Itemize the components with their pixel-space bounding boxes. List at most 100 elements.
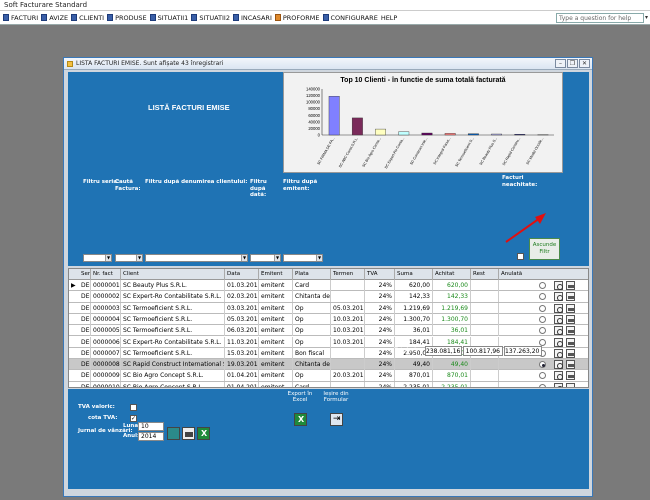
preview-icon[interactable] (554, 292, 563, 302)
cancel-radio[interactable] (539, 282, 546, 289)
export-excel-button[interactable] (294, 413, 307, 426)
preview-icon[interactable] (554, 281, 563, 290)
cell-data: 19.03.2013 (227, 359, 259, 371)
menu-help[interactable]: HELP (381, 14, 398, 22)
menu-situatii2[interactable]: SITUATII2 (191, 14, 230, 22)
restore-button[interactable]: ❐ (567, 59, 578, 68)
column-header[interactable]: Client (121, 269, 225, 280)
cell-emitent: emitent (259, 359, 293, 371)
cell-plata: Chitanta de c (295, 359, 331, 371)
x-tick-label: SC Integral Facut... (433, 137, 452, 166)
unpaid-checkbox[interactable] (517, 253, 524, 260)
menu-avize[interactable]: AVIZE (41, 14, 68, 22)
filter-client-select[interactable]: ▼ (145, 254, 248, 262)
help-search-input[interactable]: Type a question for help (556, 13, 644, 23)
preview-icon[interactable] (554, 371, 563, 381)
cell-nr: 0000008 (93, 359, 121, 371)
cell-achitat: 2.235,01 (433, 381, 471, 387)
print-icon[interactable] (566, 314, 575, 324)
filter-date-select[interactable]: ▼ (250, 254, 281, 262)
print-icon[interactable] (566, 303, 575, 313)
preview-icon[interactable] (554, 326, 563, 336)
column-header[interactable]: Achitat (433, 269, 471, 280)
print-icon[interactable] (566, 292, 575, 302)
print-icon[interactable] (566, 326, 575, 336)
preview-icon[interactable] (554, 303, 563, 313)
print-icon[interactable] (182, 427, 195, 440)
table-row[interactable]: DEMOF0000009SC Bio Agro Concept S.R.L.01… (69, 370, 588, 382)
users-icon (71, 14, 78, 21)
cell-emitent: emitent (259, 325, 293, 337)
print-icon[interactable] (566, 281, 575, 290)
table-row[interactable]: DEMOF0000002SC Expert-Ro Contabilitate S… (69, 291, 588, 303)
cancel-radio[interactable] (539, 293, 546, 301)
table-row[interactable]: ▶DEMOF0000001SC Beauty Plus S.R.L.01.03.… (69, 280, 588, 292)
app-title: Soft Facturare Standard (0, 0, 650, 11)
preview-icon[interactable] (554, 337, 563, 347)
table-row[interactable]: DEMOF0000010SC Bio Agro Concept S.R.L.01… (69, 381, 588, 387)
print-icon[interactable] (566, 382, 575, 387)
menu-incasari[interactable]: INCASARI (232, 14, 272, 22)
luna-input[interactable]: 10 (138, 422, 164, 431)
column-header[interactable]: Termen (331, 269, 365, 280)
column-header[interactable]: Nr. fact (91, 269, 121, 280)
menu-situatii1[interactable]: SITUATII1 (149, 14, 188, 22)
column-header[interactable]: Anulată (499, 269, 588, 280)
filter-factura-select[interactable]: ▼ (115, 254, 143, 262)
invoice-table: SeriaNr. factClientDataEmitentPlataTerme… (68, 268, 589, 388)
preview-icon[interactable] (554, 348, 563, 358)
filter-serie-select[interactable]: ▼ (83, 254, 112, 262)
preview-icon[interactable] (554, 360, 563, 370)
excel-icon[interactable] (197, 427, 210, 440)
cancel-radio[interactable] (539, 361, 546, 369)
table-row[interactable]: DEMOF0000004SC Termoeficient S.R.L.05.03… (69, 313, 588, 326)
close-button[interactable]: ✕ (579, 59, 590, 68)
preview-icon[interactable] (554, 314, 563, 324)
cancel-radio[interactable] (539, 383, 546, 387)
anul-input[interactable]: 2014 (138, 432, 164, 441)
column-header[interactable]: Suma (395, 269, 433, 280)
exit-button[interactable]: ⇥ (330, 413, 343, 426)
chart-bar (444, 133, 456, 136)
table-row[interactable]: DEMOF0000008SC Rapid Construct Internati… (69, 359, 588, 371)
cash-icon (232, 14, 239, 21)
footer-panel: TVA valoric: cota TVA: ✓ Jurnal de vânză… (68, 389, 589, 489)
column-header[interactable]: TVA (365, 269, 395, 280)
cell-plata: Card (293, 381, 331, 387)
cell-emitent: emitent (259, 280, 293, 291)
filter-emitent-select[interactable]: ▼ (283, 254, 323, 262)
cota-tva-checkbox[interactable]: ✓ (130, 415, 137, 422)
cancel-radio[interactable] (539, 372, 546, 380)
hide-filters-button[interactable]: Ascunde Filtr (529, 238, 560, 260)
x-tick-label: SC Rapid Constru... (502, 137, 521, 167)
table-row[interactable]: DEMOF0000005SC Termoeficient S.R.L.06.03… (69, 325, 588, 337)
menu-facturi[interactable]: FACTURI (3, 14, 38, 22)
preview-icon[interactable] (554, 382, 563, 387)
cell-termen: 05.03.2013 (333, 302, 365, 314)
menu-configurare[interactable]: CONFIGURARE (322, 14, 378, 22)
print-icon[interactable] (566, 371, 575, 381)
chevron-down-icon[interactable]: ▾ (645, 14, 648, 21)
journal-icon[interactable] (167, 427, 180, 440)
tva-valoric-checkbox[interactable] (130, 404, 137, 411)
cancel-radio[interactable] (539, 327, 546, 335)
print-icon[interactable] (566, 360, 575, 370)
table-row[interactable]: DEMOF0000003SC Termoeficient S.R.L.03.03… (69, 302, 588, 314)
cell-tva: 24% (365, 313, 395, 325)
menu-clienti[interactable]: CLIENTI (71, 14, 104, 22)
column-header[interactable]: Emitent (259, 269, 293, 280)
column-header[interactable]: Rest (471, 269, 499, 280)
menu-produse[interactable]: PRODUSE (107, 14, 147, 22)
page-title: LISTĂ FACTURI EMISE (148, 103, 230, 112)
cancel-radio[interactable] (539, 304, 546, 312)
column-header[interactable]: Seria (69, 269, 91, 280)
y-tick-label: 140000 (306, 87, 321, 92)
cancel-radio[interactable] (539, 338, 546, 346)
column-header[interactable]: Plata (293, 269, 331, 280)
menu-proforme[interactable]: PROFORME (274, 14, 320, 22)
print-icon[interactable] (566, 337, 575, 347)
print-icon[interactable] (566, 348, 575, 358)
column-header[interactable]: Data (225, 269, 259, 280)
cancel-radio[interactable] (539, 315, 546, 323)
minimize-button[interactable]: – (555, 59, 566, 68)
